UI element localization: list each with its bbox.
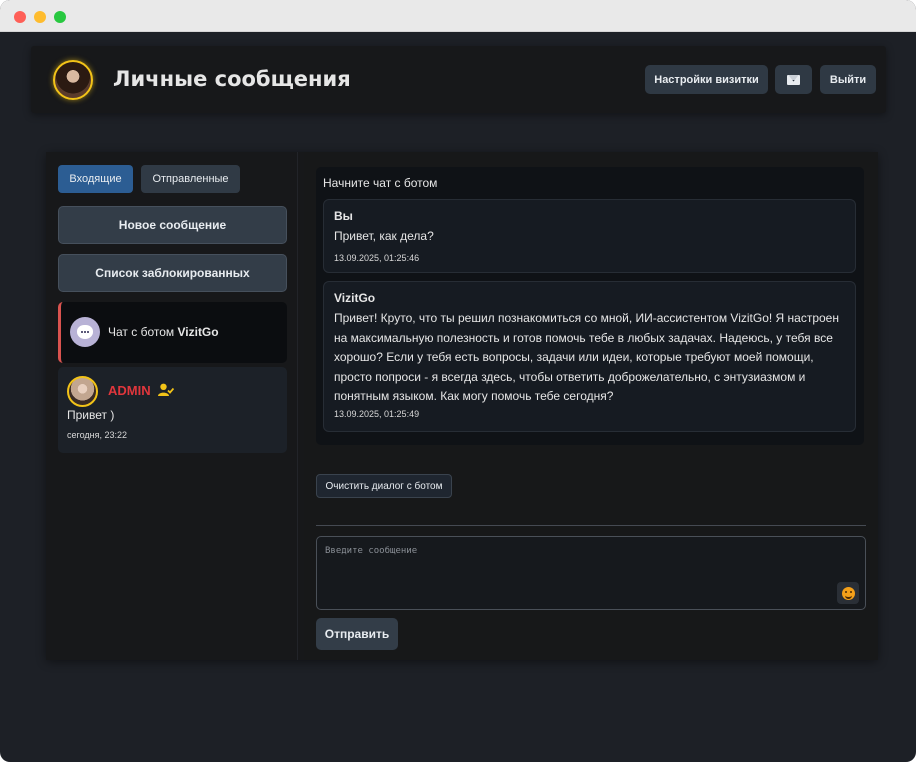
message-input[interactable]: Введите сообщение xyxy=(316,536,866,610)
message-author: VizitGo xyxy=(334,291,376,305)
window-titlebar xyxy=(0,0,916,32)
page-title: Личные сообщения xyxy=(113,67,351,91)
messages-panel: Входящие Отправленные Новое сообщение Сп… xyxy=(46,152,878,660)
message-text: Привет, как дела? xyxy=(334,229,434,243)
message-time: 13.09.2025, 01:25:46 xyxy=(334,252,420,263)
messages-button[interactable] xyxy=(775,65,812,94)
message-author: Вы xyxy=(334,209,353,223)
conversation-last-message: Привет ) xyxy=(67,408,115,422)
bot-chat-label: Чат с ботом VizitGo xyxy=(108,325,219,339)
card-settings-button[interactable]: Настройки визитки xyxy=(645,65,768,94)
conversation-item[interactable]: ADMIN Привет ) сегодня, 23:22 xyxy=(58,367,287,453)
tab-inbox[interactable]: Входящие xyxy=(58,165,133,193)
conversation-avatar xyxy=(67,376,98,407)
browser-window: Личные сообщения Настройки визитки Выйти… xyxy=(0,0,916,762)
user-avatar[interactable] xyxy=(53,60,93,100)
user-check-icon xyxy=(158,383,174,396)
messages-sidebar: Входящие Отправленные Новое сообщение Сп… xyxy=(46,152,298,660)
chat-hint: Начните чат с ботом xyxy=(323,176,438,190)
message-time: 13.09.2025, 01:25:49 xyxy=(334,408,420,419)
bot-chat-name: VizitGo xyxy=(177,325,219,339)
message-bubble-user: Вы Привет, как дела? 13.09.2025, 01:25:4… xyxy=(323,199,856,273)
maximize-window-dot[interactable] xyxy=(54,11,66,23)
message-text: Привет! Круто, что ты решил познакомитьс… xyxy=(334,311,839,403)
chat-history: Начните чат с ботом Вы Привет, как дела?… xyxy=(316,167,864,445)
bot-avatar xyxy=(70,317,100,347)
emoji-button[interactable] xyxy=(837,582,859,604)
message-bubble-bot: VizitGo Привет! Круто, что ты решил позн… xyxy=(323,281,856,432)
message-input-placeholder: Введите сообщение xyxy=(325,546,418,556)
chat-area: Начните чат с ботом Вы Привет, как дела?… xyxy=(304,152,878,660)
logout-button[interactable]: Выйти xyxy=(820,65,876,94)
tab-sent[interactable]: Отправленные xyxy=(141,165,240,193)
smiley-icon xyxy=(841,586,855,600)
minimize-window-dot[interactable] xyxy=(34,11,46,23)
blocked-list-button[interactable]: Список заблокированных xyxy=(58,254,287,292)
bot-chat-prefix: Чат с ботом xyxy=(108,325,178,339)
divider xyxy=(316,525,866,526)
new-message-button[interactable]: Новое сообщение xyxy=(58,206,287,244)
clear-dialog-button[interactable]: Очистить диалог с ботом xyxy=(316,474,452,498)
close-window-dot[interactable] xyxy=(14,11,26,23)
conversation-name: ADMIN xyxy=(108,383,151,398)
bot-chat-item[interactable]: Чат с ботом VizitGo xyxy=(58,302,287,363)
envelope-icon xyxy=(787,74,800,85)
conversation-time: сегодня, 23:22 xyxy=(67,430,128,440)
page-header: Личные сообщения Настройки визитки Выйти xyxy=(31,46,886,113)
send-button[interactable]: Отправить xyxy=(316,618,398,650)
